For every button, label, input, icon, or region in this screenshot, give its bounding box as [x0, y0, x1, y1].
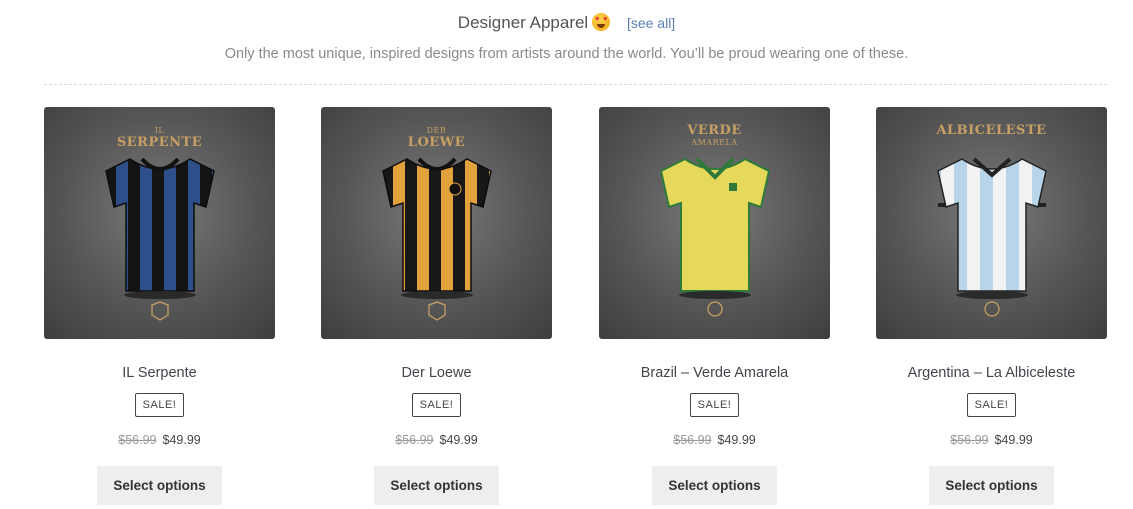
original-price: $56.99: [395, 433, 434, 447]
section-header: Designer Apparel ♥ ♥ [see all] Only the mo…: [0, 10, 1133, 62]
product-price: $56.99 $49.99: [321, 432, 552, 448]
product-card: IL SERPENTE IL Serpente SALE! $56.99 $49.9…: [44, 107, 275, 505]
section-subtitle: Only the most unique, inspired designs f…: [224, 46, 909, 62]
select-options-button[interactable]: Select options: [652, 466, 777, 505]
heart-eyes-emoji-icon: ♥ ♥: [592, 13, 611, 31]
product-image[interactable]: IL SERPENTE: [44, 107, 275, 339]
sale-badge: SALE!: [134, 393, 185, 417]
product-brand-logo: DER LOEWE: [407, 126, 466, 150]
jersey-image: [937, 157, 1047, 317]
sale-price: $49.99: [994, 433, 1033, 447]
sale-badge: SALE!: [689, 393, 740, 417]
product-card: DER LOEWE Der Loewe SALE! $56.99 $49.99 Se…: [321, 107, 552, 505]
product-card: VERDE AMARELA Brazil – Verde Amarela SALE…: [599, 107, 830, 505]
original-price: $56.99: [118, 433, 157, 447]
product-name[interactable]: Brazil – Verde Amarela: [599, 364, 830, 382]
product-image[interactable]: ALBICELESTE: [876, 107, 1107, 339]
product-card: ALBICELESTE Argentina – La Albiceleste S…: [876, 107, 1107, 505]
product-image[interactable]: VERDE AMARELA: [599, 107, 830, 339]
product-name[interactable]: Der Loewe: [321, 364, 552, 382]
sale-badge: SALE!: [966, 393, 1017, 417]
section-title-row: Designer Apparel ♥ ♥ [see all]: [0, 10, 1133, 36]
product-name[interactable]: Argentina – La Albiceleste: [876, 364, 1107, 382]
product-image[interactable]: DER LOEWE: [321, 107, 552, 339]
product-brand-logo: ALBICELESTE: [936, 123, 1047, 138]
see-all-link[interactable]: [see all]: [627, 15, 675, 31]
product-brand-logo: IL SERPENTE: [116, 126, 203, 150]
product-price: $56.99 $49.99: [599, 432, 830, 448]
product-price: $56.99 $49.99: [876, 432, 1107, 448]
sale-price: $49.99: [717, 433, 756, 447]
select-options-button[interactable]: Select options: [374, 466, 499, 505]
sale-price: $49.99: [162, 433, 201, 447]
sale-badge: SALE!: [411, 393, 462, 417]
product-name[interactable]: IL Serpente: [44, 364, 275, 382]
original-price: $56.99: [950, 433, 989, 447]
select-options-button[interactable]: Select options: [929, 466, 1054, 505]
select-options-button[interactable]: Select options: [97, 466, 222, 505]
section-title: Designer Apparel: [457, 13, 589, 32]
sale-price: $49.99: [439, 433, 478, 447]
product-price: $56.99 $49.99: [44, 432, 275, 448]
product-brand-logo: VERDE AMARELA: [687, 123, 742, 147]
original-price: $56.99: [673, 433, 712, 447]
section-divider: [44, 84, 1107, 85]
